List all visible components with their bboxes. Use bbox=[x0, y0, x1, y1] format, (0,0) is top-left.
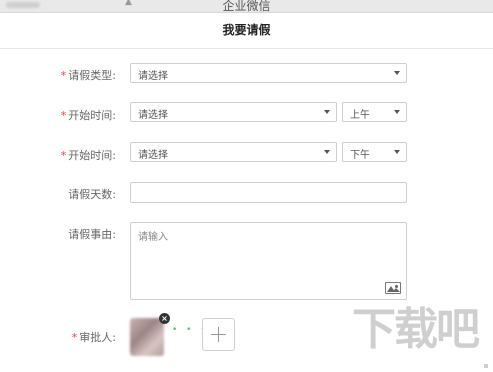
days-label: 请假天数: bbox=[68, 188, 116, 201]
end-date-value: 请选择 bbox=[138, 150, 168, 161]
end-period-value: 下午 bbox=[350, 150, 370, 161]
approver-avatar[interactable] bbox=[130, 318, 164, 356]
caret-down-icon bbox=[324, 110, 330, 114]
required-mark: * bbox=[60, 69, 67, 82]
reason-placeholder: 请输入 bbox=[138, 232, 168, 243]
start-date-select[interactable]: 请选择 bbox=[130, 102, 337, 122]
days-input[interactable] bbox=[130, 182, 407, 203]
leave-type-select[interactable]: 请选择 bbox=[130, 63, 407, 83]
start-period-value: 上午 bbox=[350, 110, 370, 121]
add-approver-button[interactable] bbox=[202, 318, 235, 351]
start-time-label: * 开始时间: bbox=[60, 109, 116, 122]
leave-type-label: * 请假类型: bbox=[60, 69, 116, 82]
page-title: 我要请假 bbox=[222, 23, 271, 37]
end-time-label: * 开始时间: bbox=[60, 149, 116, 162]
caret-down-icon bbox=[394, 110, 400, 114]
window-titlebar: ▲ 企业微信 bbox=[0, 0, 493, 13]
start-date-value: 请选择 bbox=[138, 110, 168, 121]
caret-down-icon bbox=[394, 71, 400, 75]
image-upload-icon[interactable] bbox=[385, 282, 401, 294]
end-period-select[interactable]: 下午 bbox=[342, 142, 407, 162]
page-header: 我要请假 bbox=[0, 13, 493, 49]
caret-down-icon bbox=[394, 150, 400, 154]
reason-textarea[interactable]: 请输入 bbox=[130, 222, 407, 300]
end-date-select[interactable]: 请选择 bbox=[130, 142, 337, 162]
app-title: 企业微信 bbox=[222, 0, 271, 13]
reason-label: 请假事由: bbox=[68, 228, 116, 241]
required-mark: * bbox=[60, 149, 67, 162]
required-mark: * bbox=[60, 109, 67, 122]
approver-label: * 审批人: bbox=[71, 331, 116, 344]
caret-down-icon bbox=[324, 150, 330, 154]
leave-type-value: 请选择 bbox=[138, 71, 168, 82]
remove-approver-icon[interactable]: × bbox=[159, 313, 170, 324]
required-mark: * bbox=[71, 331, 78, 344]
watermark-text: 下载吧 bbox=[352, 304, 480, 355]
watermark: 下载吧 bbox=[352, 302, 492, 372]
start-period-select[interactable]: 上午 bbox=[342, 102, 407, 122]
